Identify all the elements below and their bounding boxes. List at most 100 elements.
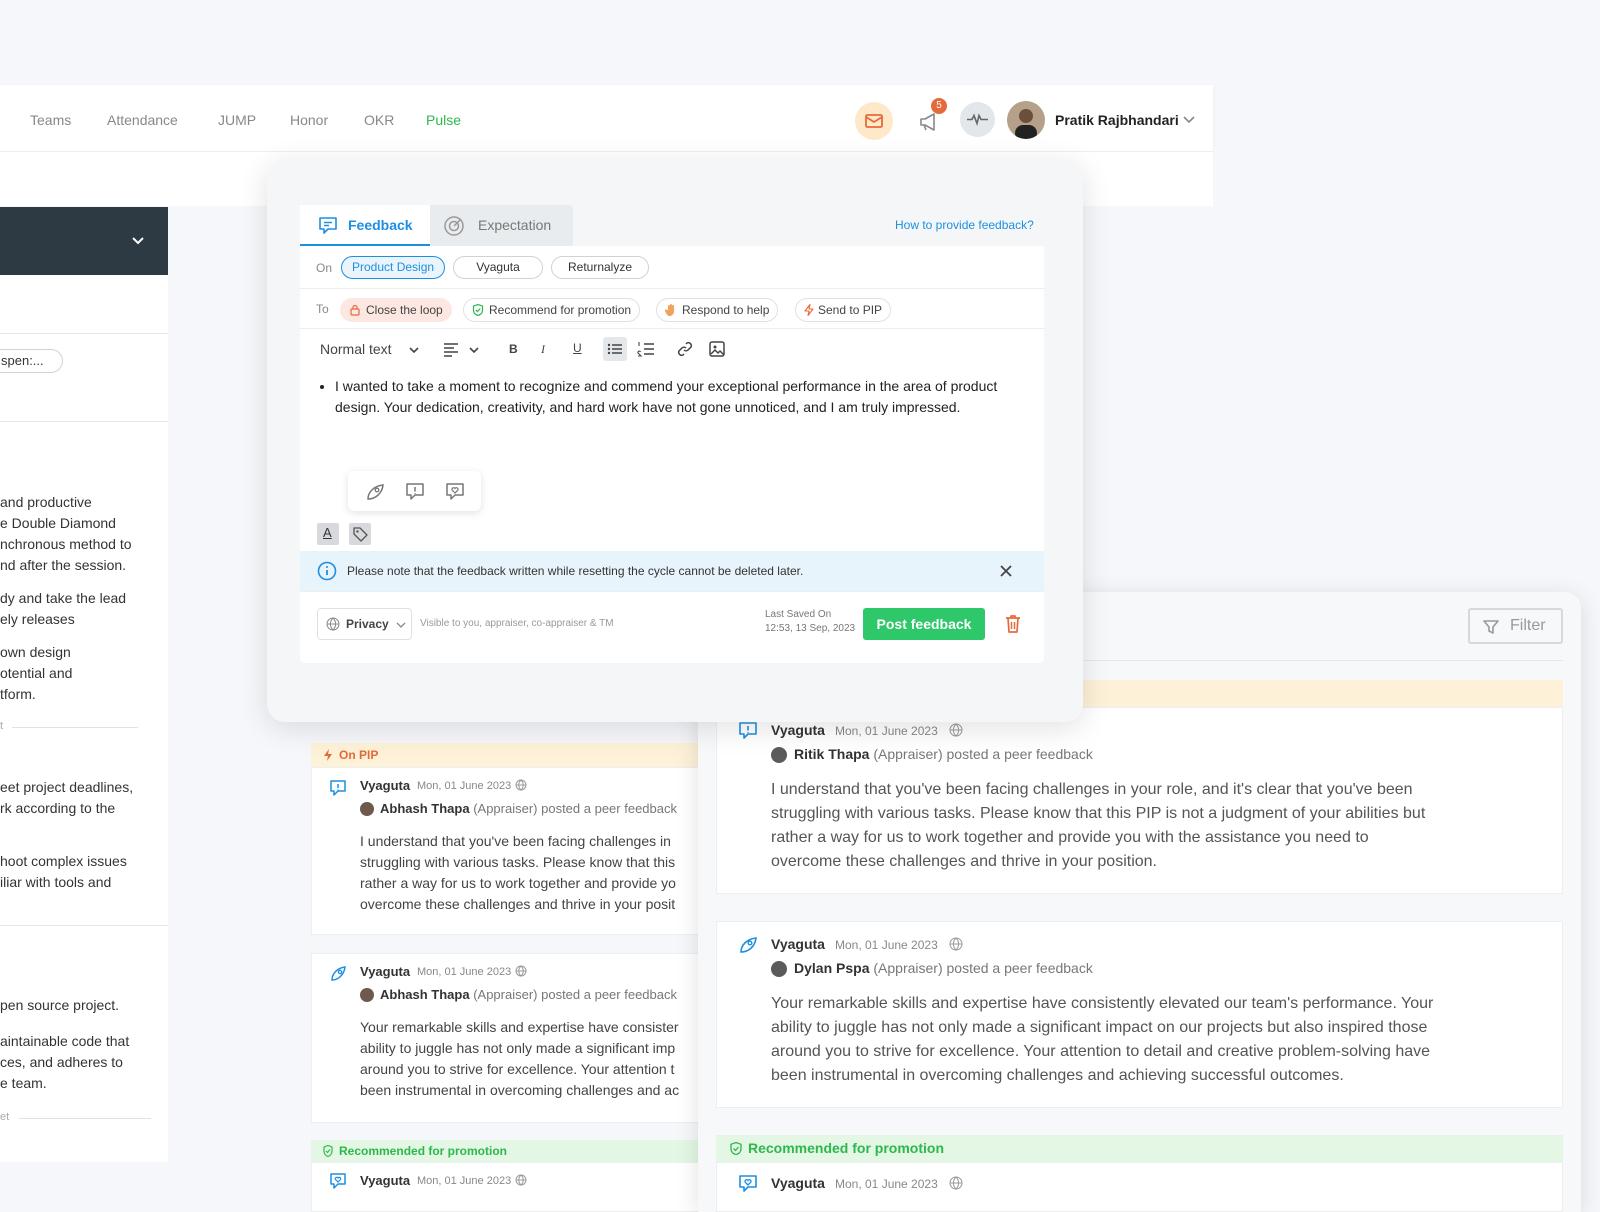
bolt-icon [324, 749, 332, 761]
on-label: On [316, 261, 333, 275]
globe-icon [949, 1176, 963, 1190]
rocket-icon[interactable] [364, 481, 386, 503]
filter-icon [1483, 620, 1499, 634]
left-text-line: ely releases [0, 611, 75, 627]
chevron-down-icon[interactable] [468, 344, 480, 356]
left-divider-label: et [0, 1111, 10, 1123]
text-style-select[interactable]: Normal text [320, 341, 392, 357]
card-project: Vyaguta [360, 964, 411, 979]
trash-icon[interactable] [1003, 613, 1023, 635]
image-icon[interactable] [708, 340, 726, 358]
to-label: To [316, 302, 329, 316]
feedback-card[interactable]: Vyaguta Mon, 01 June 2023 Ritik Thapa (A… [716, 707, 1563, 894]
left-text-line: aintainable code that [0, 1033, 130, 1049]
nav-item-teams[interactable]: Teams [30, 112, 71, 128]
alert-comment-icon[interactable] [404, 481, 426, 503]
user-name[interactable]: Pratik Rajbhandari [1055, 112, 1179, 128]
card-text-line: rather a way for us to work together and… [771, 829, 1369, 846]
chevron-down-icon[interactable] [131, 234, 145, 248]
nav-item-honor[interactable]: Honor [290, 112, 328, 128]
left-text-line: and productive [0, 494, 92, 510]
card-author: Abhash Thapa [380, 987, 470, 1002]
recommend-promotion-label: Recommend for promotion [489, 303, 632, 317]
card-posted-by: Abhash Thapa (Appraiser) posted a peer f… [380, 987, 677, 1002]
link-icon[interactable] [676, 340, 694, 358]
heart-comment-icon[interactable] [444, 481, 466, 503]
feedback-card[interactable]: Vyaguta Mon, 01 June 2023 Abhash Thapa (… [311, 767, 701, 935]
feedback-card[interactable]: Vyaguta Mon, 01 June 2023 Dylan Pspa (Ap… [716, 921, 1563, 1108]
nav-item-pulse[interactable]: Pulse [426, 112, 461, 128]
card-text-line: around you to strive for excellence. You… [360, 1061, 675, 1077]
avatar [360, 988, 374, 1002]
promo-ribbon-label: Recommended for promotion [748, 1140, 945, 1156]
tag-button[interactable] [349, 523, 371, 545]
tab-feedback[interactable]: Feedback [300, 205, 430, 246]
nav-item-attendance[interactable]: Attendance [107, 112, 178, 128]
left-text-line: e team. [0, 1075, 47, 1091]
card-text-line: ability to juggle has not only made a si… [360, 1040, 676, 1056]
close-the-loop-button[interactable]: Close the loop [340, 298, 452, 322]
avatar[interactable] [1007, 101, 1045, 139]
left-header-bar[interactable] [0, 207, 168, 275]
feedback-card[interactable]: Vyaguta Mon, 01 June 2023 Abhash Thapa (… [311, 953, 701, 1123]
chevron-down-icon[interactable] [1182, 113, 1196, 127]
quick-reaction-popover [348, 471, 481, 511]
send-to-pip-button[interactable]: Send to PIP [795, 298, 892, 322]
project-chip-product-design[interactable]: Product Design [341, 256, 446, 279]
card-text-line: been instrumental in overcoming challeng… [771, 1067, 1344, 1084]
privacy-select[interactable]: Privacy [317, 608, 412, 640]
recommend-promotion-button[interactable]: Recommend for promotion [463, 298, 641, 322]
text-color-button[interactable]: A [317, 523, 339, 545]
underline-icon[interactable]: U [573, 341, 582, 355]
nav-item-okr[interactable]: OKR [364, 112, 394, 128]
info-icon [317, 561, 337, 581]
nav-item-jump[interactable]: JUMP [218, 112, 256, 128]
card-text-line: I understand that you've been facing cha… [771, 781, 1413, 798]
feedback-body[interactable]: I wanted to take a moment to recognize a… [317, 376, 1007, 418]
left-divider-label: t [0, 720, 4, 732]
left-panel: spen:... and productive e Double Diamond… [0, 207, 168, 1162]
globe-icon [326, 617, 340, 631]
left-text-line: hoot complex issues [0, 853, 127, 869]
respond-to-help-button[interactable]: Respond to help [656, 298, 779, 322]
divider [12, 727, 138, 728]
project-chip-returnalyze[interactable]: Returnalyze [551, 256, 649, 279]
align-left-icon[interactable] [443, 341, 459, 357]
close-icon[interactable] [999, 564, 1013, 578]
divider [0, 925, 168, 926]
italic-icon[interactable]: I [541, 342, 545, 357]
feedback-card[interactable]: Vyaguta Mon, 01 June 2023 [716, 1162, 1563, 1212]
help-link[interactable]: How to provide feedback? [895, 218, 1034, 232]
card-text-line: overcome these challenges and thrive in … [360, 896, 676, 912]
bold-icon[interactable]: B [509, 342, 518, 356]
mail-check-icon [865, 114, 883, 128]
filter-label: Filter [1510, 617, 1546, 634]
feedback-inbox-button[interactable] [855, 102, 893, 140]
globe-icon [949, 937, 963, 951]
card-author: Ritik Thapa [794, 746, 870, 762]
bullet-list-button[interactable] [603, 337, 627, 361]
notice-text: Please note that the feedback written wh… [347, 564, 804, 578]
tab-expectation-label: Expectation [478, 217, 552, 233]
card-project: Vyaguta [771, 722, 825, 738]
feedback-card[interactable]: Vyaguta Mon, 01 June 2023 [311, 1162, 701, 1212]
lock-icon [350, 304, 360, 316]
left-text-line: otential and [0, 665, 73, 681]
send-to-pip-label: Send to PIP [818, 303, 883, 317]
numbered-list-icon[interactable] [637, 340, 655, 358]
activity-button[interactable] [960, 102, 995, 137]
card-date: Mon, 01 June 2023 [417, 780, 512, 792]
pip-ribbon-label: On PIP [339, 748, 379, 762]
filter-button[interactable]: Filter [1468, 608, 1563, 644]
card-posted-by: Ritik Thapa (Appraiser) posted a peer fe… [794, 746, 1093, 762]
left-chip[interactable]: spen:... [0, 349, 63, 373]
card-text-line: been instrumental in overcoming challeng… [360, 1082, 680, 1098]
avatar [771, 747, 787, 763]
post-feedback-button[interactable]: Post feedback [863, 608, 985, 640]
tab-expectation[interactable]: Expectation [430, 205, 573, 246]
card-project: Vyaguta [771, 936, 825, 952]
chevron-down-icon[interactable] [408, 344, 420, 356]
project-chip-vyaguta[interactable]: Vyaguta [453, 256, 543, 279]
card-text-line: around you to strive for excellence. You… [771, 1043, 1431, 1060]
feedback-body-text: I wanted to take a moment to recognize a… [335, 376, 1007, 418]
